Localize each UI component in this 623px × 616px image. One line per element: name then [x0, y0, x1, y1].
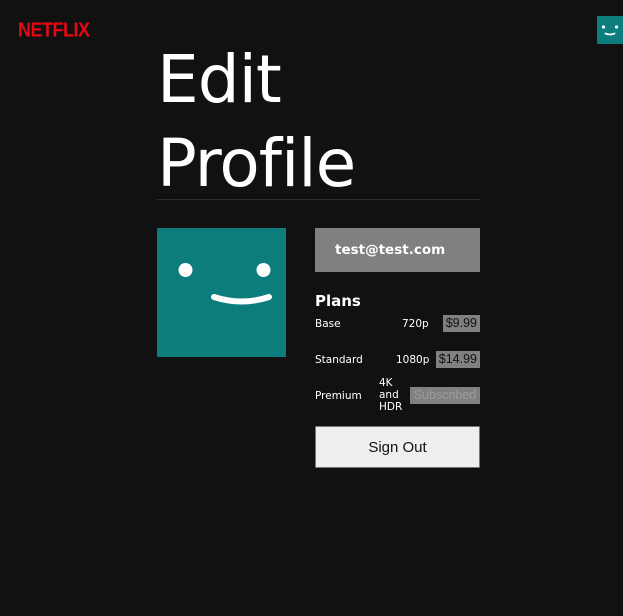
- title-divider: [157, 199, 480, 200]
- sign-out-button[interactable]: Sign Out: [315, 426, 480, 468]
- plans-heading: Plans: [315, 292, 361, 310]
- plan-row-base: Base 720p $9.99: [315, 315, 480, 333]
- header-avatar[interactable]: [597, 16, 623, 44]
- plan-price-button[interactable]: $9.99: [442, 315, 480, 332]
- smiley-face-icon: [601, 25, 619, 36]
- netflix-logo[interactable]: NETFLIX: [18, 18, 90, 42]
- plan-name: Premium: [315, 390, 362, 402]
- plan-name: Standard: [315, 354, 363, 366]
- plan-subscribed-button[interactable]: Subscribed: [410, 387, 480, 404]
- plan-resolution: 1080p: [396, 354, 430, 366]
- plan-row-premium: Premium 4K and HDR Subscribed: [315, 377, 480, 415]
- smiley-face-icon: [178, 263, 272, 305]
- page-title: Edit Profile: [157, 38, 356, 206]
- page-title-line1: Edit: [157, 41, 282, 118]
- plan-resolution: 4K and HDR: [379, 377, 403, 413]
- email-display: test@test.com: [315, 228, 480, 272]
- plan-row-standard: Standard 1080p $14.99: [315, 351, 480, 369]
- page-title-line2: Profile: [157, 125, 356, 202]
- plan-price-button[interactable]: $14.99: [435, 351, 480, 368]
- profile-avatar: [157, 228, 286, 357]
- plan-name: Base: [315, 318, 341, 330]
- edit-profile-page: NETFLIX Edit Profile test@test.com Plans…: [0, 0, 623, 616]
- plan-resolution: 720p: [402, 318, 429, 330]
